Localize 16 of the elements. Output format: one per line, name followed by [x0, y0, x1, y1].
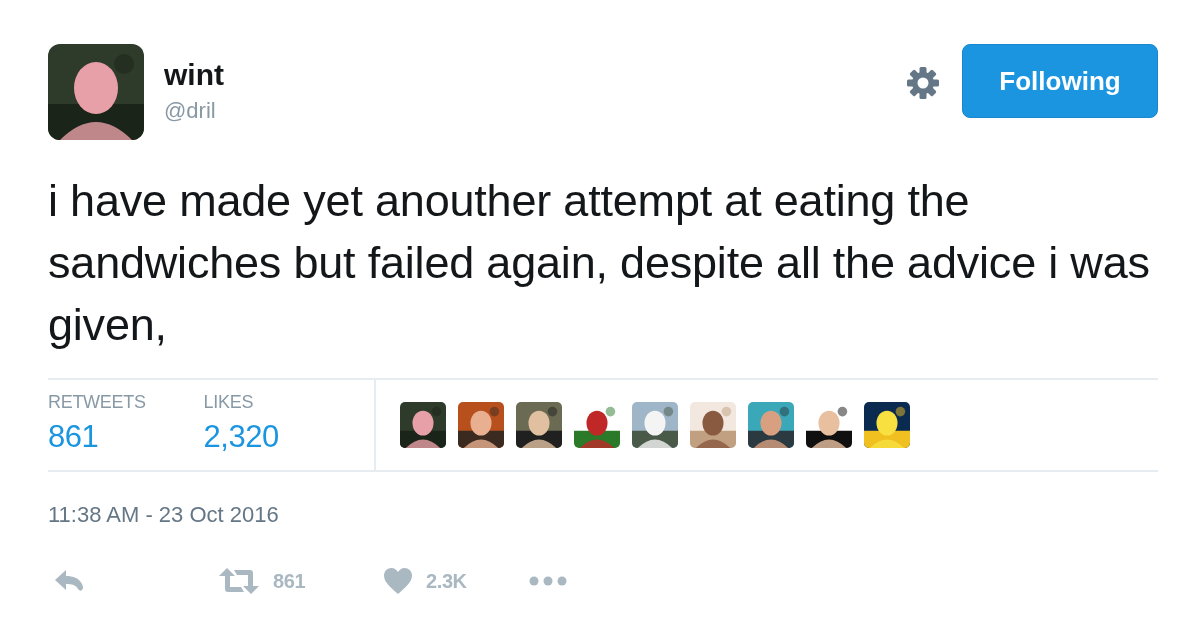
action-count: 2.3K	[426, 569, 467, 593]
action-count: 861	[273, 569, 306, 593]
reply-icon[interactable]	[54, 569, 86, 593]
user-handle[interactable]: @dril	[164, 98, 906, 124]
stat-label: LIKES	[203, 392, 255, 413]
retweet-icon[interactable]	[219, 568, 259, 594]
settings-icon[interactable]	[906, 66, 940, 100]
user-name[interactable]: wint	[164, 58, 906, 92]
stat-count[interactable]: 2,320	[203, 419, 279, 455]
tweet-text: i have made yet anouther attempt at eating the sandwiches but failed again, despite all the advice i was given,	[48, 174, 1151, 352]
stat-label: RETWEETS	[48, 392, 146, 413]
heart-icon[interactable]	[384, 568, 412, 594]
following-button[interactable]: Following	[962, 44, 1158, 118]
more-icon[interactable]	[529, 576, 567, 586]
tweet-timestamp[interactable]: 11:38 AM - 23 Oct 2016	[48, 502, 1158, 528]
stat-count[interactable]: 861	[48, 419, 146, 455]
